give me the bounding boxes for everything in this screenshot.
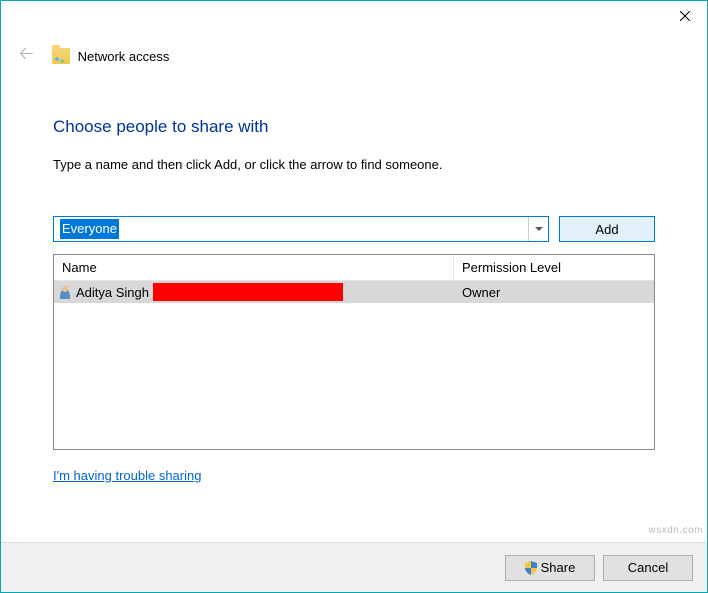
user-input-value: Everyone bbox=[60, 219, 119, 239]
header-row: 🡠 Network access bbox=[1, 31, 707, 71]
user-combobox[interactable]: Everyone bbox=[53, 216, 549, 242]
close-button[interactable] bbox=[662, 1, 707, 31]
watermark: wsxdn.com bbox=[648, 525, 703, 536]
chevron-down-icon bbox=[535, 227, 543, 231]
column-header-permission[interactable]: Permission Level bbox=[454, 255, 654, 280]
page-heading: Choose people to share with bbox=[53, 117, 655, 137]
table-row[interactable]: Aditya Singh Owner bbox=[54, 281, 654, 303]
redacted-block bbox=[153, 283, 343, 301]
user-icon bbox=[58, 285, 72, 299]
cell-permission: Owner bbox=[454, 281, 654, 303]
share-button[interactable]: Share bbox=[505, 555, 595, 581]
user-name: Aditya Singh bbox=[76, 285, 149, 300]
user-input[interactable]: Everyone bbox=[54, 217, 528, 241]
content-area: Choose people to share with Type a name … bbox=[1, 71, 707, 485]
permissions-table: Name Permission Level Aditya Singh Owner bbox=[53, 254, 655, 450]
table-header: Name Permission Level bbox=[54, 255, 654, 281]
share-button-label: Share bbox=[541, 560, 576, 575]
window-title: Network access bbox=[78, 49, 170, 64]
trouble-sharing-link[interactable]: I'm having trouble sharing bbox=[53, 468, 201, 483]
column-header-name[interactable]: Name bbox=[54, 255, 454, 280]
cell-name: Aditya Singh bbox=[54, 281, 454, 303]
user-dropdown-button[interactable] bbox=[528, 217, 548, 241]
network-folder-icon bbox=[52, 48, 70, 64]
table-body: Aditya Singh Owner bbox=[54, 281, 654, 449]
add-user-row: Everyone Add bbox=[53, 216, 655, 242]
cancel-button[interactable]: Cancel bbox=[603, 555, 693, 581]
instruction-text: Type a name and then click Add, or click… bbox=[53, 157, 655, 172]
close-icon bbox=[680, 11, 690, 21]
add-button[interactable]: Add bbox=[559, 216, 655, 242]
shield-icon bbox=[525, 561, 537, 575]
footer-bar: Share Cancel bbox=[1, 542, 707, 592]
back-arrow-icon: 🡠 bbox=[19, 41, 34, 71]
titlebar bbox=[1, 1, 707, 31]
